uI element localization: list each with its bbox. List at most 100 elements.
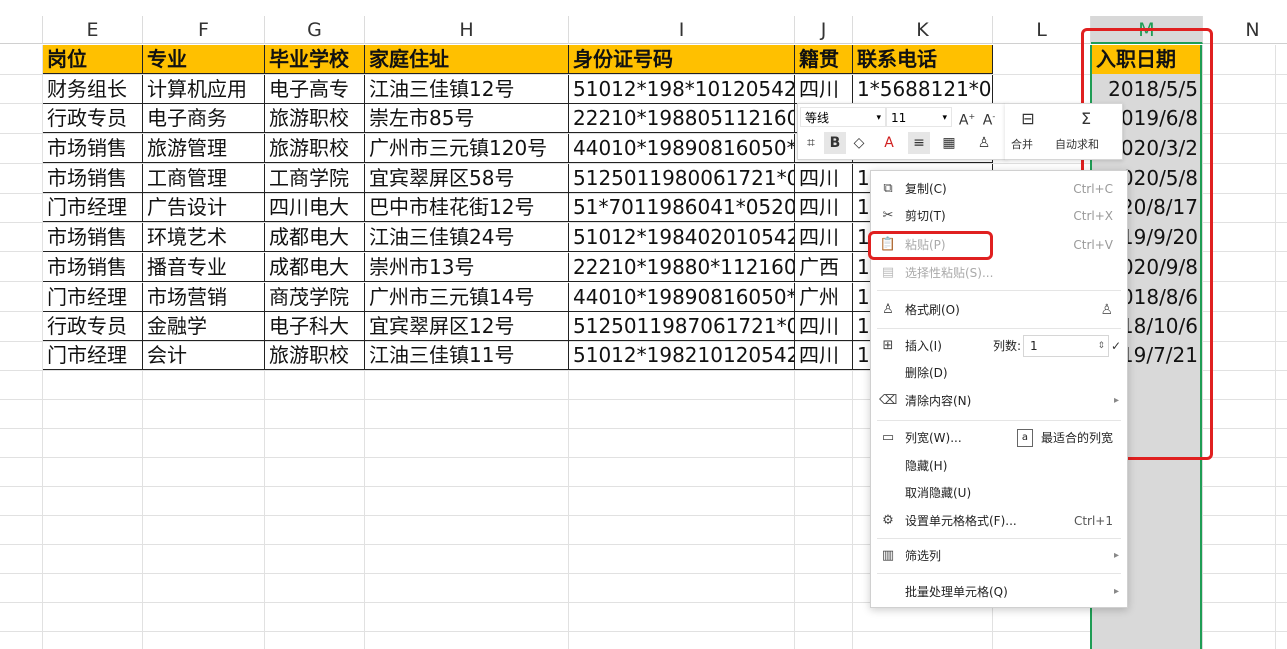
menu-format-painter[interactable]: ♙ 格式刷(O) ♙: [871, 297, 1127, 323]
cell-position[interactable]: 市场销售: [43, 223, 143, 252]
cell-major[interactable]: 播音专业: [143, 253, 265, 282]
cell-origin[interactable]: 四川: [795, 75, 853, 104]
cell-id[interactable]: 5125011980061721*0: [569, 164, 795, 193]
menu-best-fit[interactable]: 最适合的列宽: [1041, 425, 1113, 451]
cell-address[interactable]: 崇州市13号: [365, 253, 569, 282]
cell-address[interactable]: 宜宾翠屏区12号: [365, 312, 569, 341]
cell-school[interactable]: 成都电大: [265, 253, 365, 282]
merge-label[interactable]: 合并: [1011, 136, 1033, 152]
menu-column-width[interactable]: ▭ 列宽(W)... a 最适合的列宽: [871, 425, 1127, 451]
cell-origin[interactable]: 四川: [795, 223, 853, 252]
bold-icon[interactable]: B: [824, 132, 846, 154]
cell-major[interactable]: 环境艺术: [143, 223, 265, 252]
menu-cut[interactable]: ✂ 剪切(T) Ctrl+X: [871, 203, 1127, 229]
cell-id[interactable]: 51012*198402010542: [569, 223, 795, 252]
header-cell-phone[interactable]: 联系电话: [853, 45, 993, 74]
cell-address[interactable]: 江油三佳镇12号: [365, 75, 569, 104]
cell-school[interactable]: 电子科大: [265, 312, 365, 341]
menu-delete[interactable]: 删除(D): [871, 360, 1127, 386]
wrap-text-icon[interactable]: ⌗: [800, 132, 822, 154]
cell-major[interactable]: 会计: [143, 341, 265, 370]
cell-school[interactable]: 工商学院: [265, 164, 365, 193]
header-cell-position[interactable]: 岗位: [43, 45, 143, 74]
cell-position[interactable]: 门市经理: [43, 341, 143, 370]
align-icon[interactable]: ≡: [908, 132, 930, 154]
cell-position[interactable]: 门市经理: [43, 283, 143, 312]
cell-school[interactable]: 成都电大: [265, 223, 365, 252]
format-painter-icon[interactable]: ♙: [973, 132, 995, 154]
border-icon[interactable]: ▦: [938, 132, 960, 154]
menu-insert[interactable]: ⊞ 插入(I) 列数: 1 ⇕ ✓: [871, 333, 1127, 359]
cell-origin[interactable]: 四川: [795, 341, 853, 370]
autosum-icon[interactable]: Σ: [1075, 108, 1097, 130]
col-header-K[interactable]: K: [853, 16, 993, 44]
col-header-L[interactable]: L: [993, 16, 1091, 44]
header-cell-id[interactable]: 身份证号码: [569, 45, 795, 74]
format-painter-side-icon[interactable]: ♙: [1100, 297, 1113, 323]
cell-position[interactable]: 门市经理: [43, 193, 143, 222]
cell-phone[interactable]: 1*5688121*0: [853, 75, 993, 104]
cell-school[interactable]: 四川电大: [265, 193, 365, 222]
font-name-dropdown[interactable]: 等线 ▾: [800, 107, 886, 127]
cell-id[interactable]: 51012*198210120542: [569, 341, 795, 370]
col-header-H[interactable]: H: [365, 16, 569, 44]
col-header-N[interactable]: N: [1203, 16, 1287, 44]
cell-major[interactable]: 计算机应用: [143, 75, 265, 104]
cell-origin[interactable]: 四川: [795, 164, 853, 193]
cell-major[interactable]: 工商管理: [143, 164, 265, 193]
confirm-check-icon[interactable]: ✓: [1111, 333, 1121, 359]
cell-origin[interactable]: 四川: [795, 193, 853, 222]
increase-font-icon[interactable]: A+: [956, 106, 978, 129]
cell-address[interactable]: 崇左市85号: [365, 104, 569, 133]
menu-hide[interactable]: 隐藏(H): [871, 453, 1127, 479]
cell-school[interactable]: 电子高专: [265, 75, 365, 104]
spreadsheet-sheet[interactable]: E F G H I J K L M N 岗位 专业 毕业学校 家庭住址 身份证号…: [0, 0, 1287, 649]
header-cell-origin[interactable]: 籍贯: [795, 45, 853, 74]
cell-school[interactable]: 旅游职校: [265, 104, 365, 133]
cell-id[interactable]: 5125011987061721*0: [569, 312, 795, 341]
cell-position[interactable]: 市场销售: [43, 134, 143, 163]
cell-school[interactable]: 商茂学院: [265, 283, 365, 312]
font-color-icon[interactable]: A: [878, 132, 900, 154]
col-header-D[interactable]: [0, 16, 43, 44]
cell-major[interactable]: 广告设计: [143, 193, 265, 222]
menu-format-cells[interactable]: ⚙ 设置单元格格式(F)... Ctrl+1: [871, 508, 1127, 534]
cell-id[interactable]: 51012*198*10120542: [569, 75, 795, 104]
cell-address[interactable]: 广州市三元镇120号: [365, 134, 569, 163]
font-size-dropdown[interactable]: 11 ▾: [886, 107, 952, 127]
menu-filter-column[interactable]: ▥ 筛选列 ▸: [871, 543, 1127, 569]
cell-address[interactable]: 宜宾翠屏区58号: [365, 164, 569, 193]
menu-batch[interactable]: 批量处理单元格(Q) ▸: [871, 579, 1127, 605]
cell-address[interactable]: 巴中市桂花街12号: [365, 193, 569, 222]
cell-address[interactable]: 江油三佳镇11号: [365, 341, 569, 370]
header-cell-address[interactable]: 家庭住址: [365, 45, 569, 74]
cell-id[interactable]: 22210*19880*112160: [569, 253, 795, 282]
cell-origin[interactable]: 四川: [795, 312, 853, 341]
insert-cols-stepper[interactable]: 1 ⇕: [1023, 335, 1109, 357]
cell-id[interactable]: 51*7011986041*0520: [569, 193, 795, 222]
cell-id[interactable]: 44010*19890816050*: [569, 283, 795, 312]
cell-position[interactable]: 财务组长: [43, 75, 143, 104]
menu-copy[interactable]: ⧉ 复制(C) Ctrl+C: [871, 176, 1127, 202]
autosum-label[interactable]: 自动求和: [1055, 136, 1099, 152]
header-cell-major[interactable]: 专业: [143, 45, 265, 74]
cell-origin[interactable]: 广西: [795, 253, 853, 282]
col-header-E[interactable]: E: [43, 16, 143, 44]
cell-school[interactable]: 旅游职校: [265, 134, 365, 163]
cell-major[interactable]: 电子商务: [143, 104, 265, 133]
col-header-G[interactable]: G: [265, 16, 365, 44]
cell-major[interactable]: 市场营销: [143, 283, 265, 312]
fill-color-icon[interactable]: ◇: [848, 132, 870, 154]
menu-paste-special[interactable]: ▤ 选择性粘贴(S)...: [871, 260, 1127, 286]
menu-unhide[interactable]: 取消隐藏(U): [871, 480, 1127, 506]
cell-address[interactable]: 广州市三元镇14号: [365, 283, 569, 312]
cell-id[interactable]: 22210*198805112160: [569, 104, 795, 133]
cell-major[interactable]: 旅游管理: [143, 134, 265, 163]
menu-clear[interactable]: ⌫ 清除内容(N) ▸: [871, 388, 1127, 414]
col-header-I[interactable]: I: [569, 16, 795, 44]
cell-school[interactable]: 旅游职校: [265, 341, 365, 370]
merge-icon[interactable]: ⊟: [1017, 108, 1039, 130]
cell-id[interactable]: 44010*19890816050*: [569, 134, 795, 163]
col-header-F[interactable]: F: [143, 16, 265, 44]
cell-major[interactable]: 金融学: [143, 312, 265, 341]
